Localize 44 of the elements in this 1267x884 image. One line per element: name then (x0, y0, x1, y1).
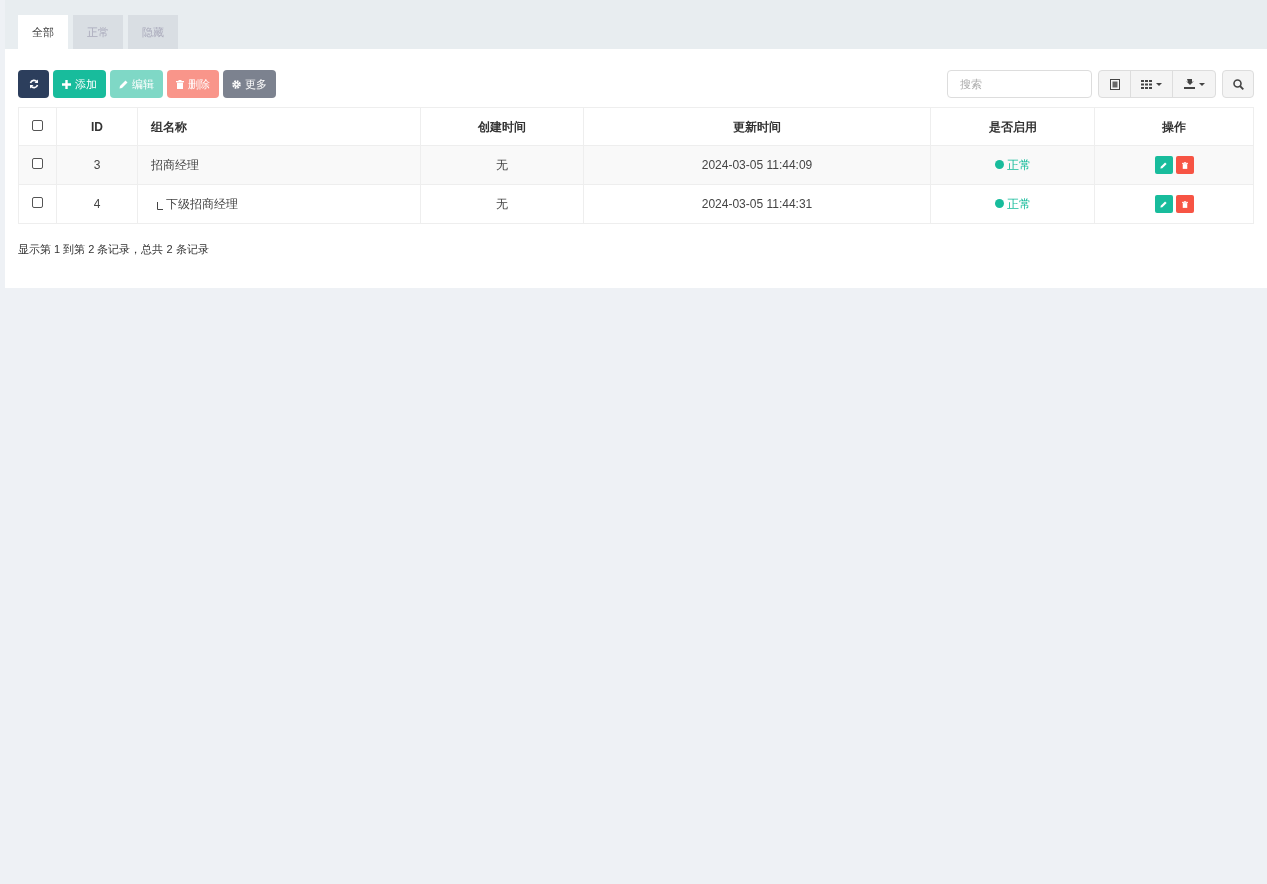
column-header: 操作 (1094, 107, 1254, 146)
trash-icon (1181, 200, 1188, 208)
status-label: 正常 (1006, 195, 1031, 213)
trash-icon (176, 79, 184, 89)
grid-icon (1141, 79, 1152, 89)
pagination-info: 显示第 1 到第 2 条记录，总共 2 条记录 (18, 242, 210, 257)
select-all-checkbox[interactable] (32, 119, 43, 131)
tab[interactable]: 全部 (18, 15, 68, 49)
refresh-button[interactable] (18, 70, 49, 98)
table-cell: 3 (93, 158, 101, 172)
table-cell: 无 (496, 197, 508, 211)
pencil-icon (1160, 200, 1167, 208)
table-cell: 4 (93, 197, 101, 211)
delete-button[interactable] (1175, 156, 1194, 175)
row-checkbox[interactable] (32, 197, 43, 208)
plus-icon (62, 79, 71, 89)
download-icon (1183, 79, 1195, 89)
search-icon (1232, 78, 1244, 90)
refresh-icon (28, 79, 39, 89)
delete-button[interactable] (1175, 195, 1194, 214)
add-button[interactable]: 添加 (53, 70, 106, 98)
trash-icon (1181, 161, 1188, 169)
search-button[interactable] (1222, 70, 1254, 98)
pencil-icon (1160, 161, 1167, 169)
caret-icon (1198, 82, 1205, 86)
row-checkbox[interactable] (32, 158, 43, 169)
column-header: ID (56, 107, 138, 146)
table-cell: 2024-03-05 11:44:09 (701, 158, 813, 172)
table-cell-text: 招商经理 (151, 157, 199, 174)
gear-icon (232, 79, 241, 89)
pencil-icon (119, 79, 128, 89)
table-cell: 2024-03-05 11:44:31 (701, 197, 813, 211)
status-label: 正常 (1006, 156, 1031, 174)
column-header: 创建时间 (420, 107, 584, 146)
table-cell: 无 (496, 158, 508, 172)
card-view-icon (1109, 78, 1120, 90)
table-cell-text: 下级招商经理 (166, 196, 238, 213)
column-header: 更新时间 (583, 107, 931, 146)
column-header: 组名称 (137, 107, 421, 146)
tree-branch-icon (157, 202, 163, 210)
search-field[interactable]: 搜索 (947, 70, 1092, 98)
column-header: 是否启用 (930, 107, 1095, 146)
caret-icon (1156, 82, 1162, 86)
more-button[interactable]: 更多 (223, 70, 276, 98)
